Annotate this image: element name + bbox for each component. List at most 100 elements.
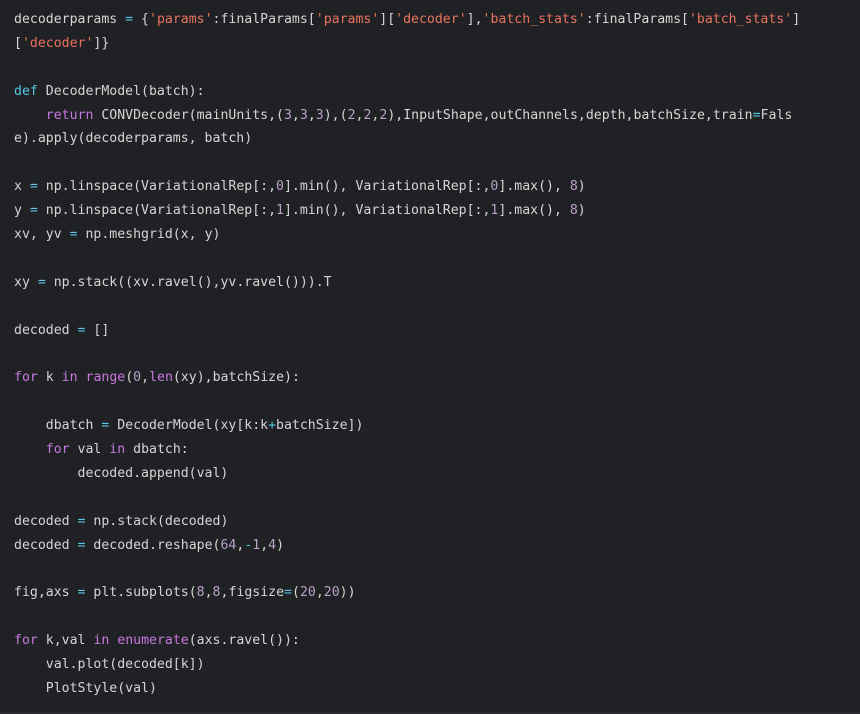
code-keyword: in <box>93 633 110 649</box>
code-text: ),InputShape,outChannels,depth,batchSize… <box>387 107 753 123</box>
code-text: [ <box>14 35 22 51</box>
code-number: 8 <box>196 585 205 601</box>
code-line: xv, yv = np.meshgrid(x, y) <box>14 223 860 247</box>
code-keyword: return <box>45 107 94 123</box>
code-line: decoded = np.stack(decoded) <box>14 510 860 534</box>
code-line: decoderparams = {'params':finalParams['p… <box>14 8 860 32</box>
code-number: 20 <box>323 585 340 601</box>
code-keyword: for <box>14 370 38 386</box>
code-keyword: len <box>149 370 173 386</box>
code-line: ['decoder']} <box>14 32 860 56</box>
code-text: x <box>14 179 30 195</box>
code-text: dbatch: <box>125 442 189 458</box>
code-text: ) <box>276 537 285 553</box>
code-line: PlotStyle(val) <box>14 677 860 701</box>
code-number: 4 <box>268 537 277 553</box>
code-text: CONVDecoder(mainUnits,( <box>93 107 284 123</box>
code-text: xv, yv <box>14 227 70 243</box>
code-text: decoderparams <box>14 12 126 27</box>
code-text: , <box>291 107 300 123</box>
code-text: , <box>204 585 213 601</box>
code-text: (xy),batchSize): <box>172 370 300 386</box>
code-text: ( <box>291 585 300 601</box>
code-line: for k in range(0,len(xy),batchSize): <box>14 366 860 390</box>
code-text: ,figsize <box>220 585 285 601</box>
code-text: val <box>69 442 110 458</box>
code-text: ) <box>577 179 586 195</box>
code-text: ].max(), <box>498 203 570 219</box>
code-text: y <box>14 203 30 219</box>
code-line: dbatch = DecoderModel(xy[k:k+batchSize]) <box>14 414 860 438</box>
code-text: Fals <box>760 107 793 123</box>
code-line: y = np.linspace(VariationalRep[:,1].min(… <box>14 199 860 223</box>
code-text: val.plot(decoded[k]) <box>14 657 205 673</box>
code-text: ].min(), VariationalRep[:, <box>283 179 491 195</box>
code-number: 20 <box>299 585 316 601</box>
code-text: PlotStyle(val) <box>14 680 157 696</box>
code-operator: = <box>37 274 46 290</box>
code-text: k,val <box>37 633 94 649</box>
code-line: xy = np.stack((xv.ravel(),yv.ravel())).T <box>14 271 860 295</box>
code-text: , <box>260 537 269 553</box>
code-operator: = <box>69 227 78 243</box>
code-text: decoded <box>14 537 78 553</box>
code-line: e).apply(decoderparams, batch) <box>14 127 860 151</box>
code-line: for val in dbatch: <box>14 438 860 462</box>
code-text: np.stack(decoded) <box>85 513 229 529</box>
code-line: return CONVDecoder(mainUnits,(3,3,3),(2,… <box>14 104 860 128</box>
code-keyword: in <box>109 442 126 458</box>
code-operator: = <box>752 107 761 123</box>
code-keyword: range <box>85 370 126 386</box>
code-string: 'params' <box>149 12 213 27</box>
code-number: 8 <box>212 585 221 601</box>
code-keyword: def <box>14 83 38 99</box>
code-text: ) <box>577 203 586 219</box>
code-text: { <box>133 12 149 27</box>
code-keyword: for <box>45 442 70 458</box>
code-number: 0 <box>133 370 142 386</box>
code-text: )) <box>339 585 356 601</box>
code-text: ][ <box>379 12 396 27</box>
code-text: k <box>37 370 62 386</box>
code-keyword: for <box>14 633 38 649</box>
code-text: decoded <box>14 322 78 338</box>
code-text: ),( <box>323 107 348 123</box>
code-number: 8 <box>569 203 578 219</box>
code-text: batchSize]) <box>276 418 364 434</box>
code-text: decoded.append(val) <box>14 465 229 481</box>
code-text: [] <box>85 322 110 338</box>
code-text: plt.subplots( <box>85 585 197 601</box>
code-keyword: enumerate <box>117 633 189 649</box>
code-operator: = <box>29 203 38 219</box>
code-editor[interactable]: decoderparams = {'params':finalParams['p… <box>0 0 860 714</box>
code-text: dbatch <box>14 418 102 434</box>
code-text: decoded.reshape( <box>85 537 221 553</box>
code-text: ( <box>125 370 134 386</box>
code-operator: + <box>268 418 277 434</box>
code-number: 8 <box>569 179 578 195</box>
code-text: , <box>315 585 324 601</box>
code-string: 'batch_stats' <box>482 12 586 27</box>
code-text: np.stack((xv.ravel(),yv.ravel())).T <box>45 274 332 290</box>
code-text: np.linspace(VariationalRep[:, <box>37 179 277 195</box>
code-string: 'params' <box>315 12 380 27</box>
code-text: np.meshgrid(x, y) <box>77 227 221 243</box>
code-text: :finalParams[ <box>585 12 689 27</box>
code-text: (axs.ravel()): <box>188 633 300 649</box>
code-operator: = <box>125 12 134 27</box>
code-text: xy <box>14 274 38 290</box>
code-number: 3 <box>283 107 292 123</box>
code-text: , <box>141 370 150 386</box>
code-text: ].max(), <box>498 179 570 195</box>
code-operator: = <box>284 585 292 601</box>
